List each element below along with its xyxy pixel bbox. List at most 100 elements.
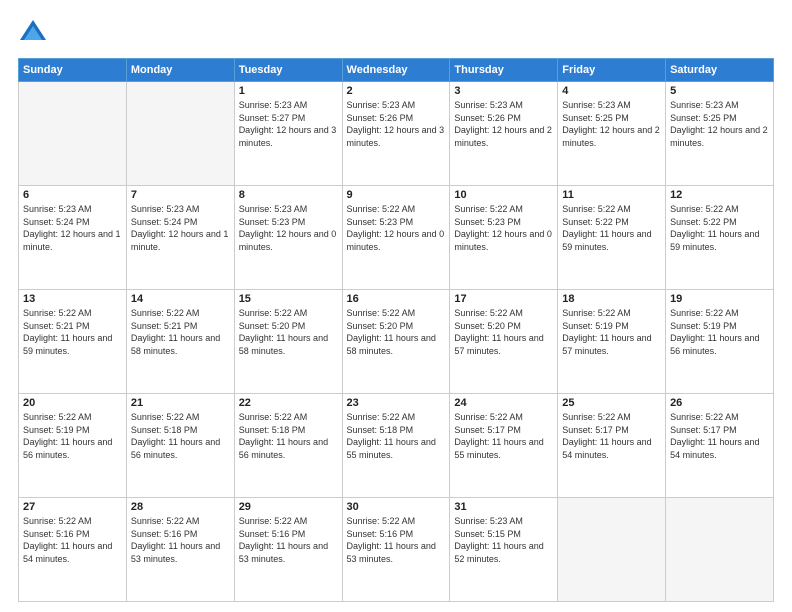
day-info: Sunrise: 5:22 AM Sunset: 5:17 PM Dayligh…	[670, 411, 769, 461]
day-number: 21	[131, 397, 230, 409]
calendar-day-cell: 7 Sunrise: 5:23 AM Sunset: 5:24 PM Dayli…	[126, 186, 234, 290]
day-number: 30	[347, 501, 446, 513]
calendar-day-cell: 29 Sunrise: 5:22 AM Sunset: 5:16 PM Dayl…	[234, 498, 342, 602]
calendar-week-row: 13 Sunrise: 5:22 AM Sunset: 5:21 PM Dayl…	[19, 290, 774, 394]
day-info: Sunrise: 5:22 AM Sunset: 5:17 PM Dayligh…	[454, 411, 553, 461]
day-number: 2	[347, 85, 446, 97]
calendar-day-cell: 23 Sunrise: 5:22 AM Sunset: 5:18 PM Dayl…	[342, 394, 450, 498]
day-info: Sunrise: 5:22 AM Sunset: 5:20 PM Dayligh…	[347, 307, 446, 357]
day-number: 27	[23, 501, 122, 513]
calendar-day-cell	[19, 82, 127, 186]
day-info: Sunrise: 5:22 AM Sunset: 5:19 PM Dayligh…	[670, 307, 769, 357]
weekday-header-row: SundayMondayTuesdayWednesdayThursdayFrid…	[19, 59, 774, 82]
calendar-day-cell: 6 Sunrise: 5:23 AM Sunset: 5:24 PM Dayli…	[19, 186, 127, 290]
header	[18, 18, 774, 48]
day-info: Sunrise: 5:22 AM Sunset: 5:16 PM Dayligh…	[239, 515, 338, 565]
weekday-header: Thursday	[450, 59, 558, 82]
day-info: Sunrise: 5:23 AM Sunset: 5:15 PM Dayligh…	[454, 515, 553, 565]
day-number: 23	[347, 397, 446, 409]
calendar-day-cell: 21 Sunrise: 5:22 AM Sunset: 5:18 PM Dayl…	[126, 394, 234, 498]
weekday-header: Friday	[558, 59, 666, 82]
calendar-week-row: 27 Sunrise: 5:22 AM Sunset: 5:16 PM Dayl…	[19, 498, 774, 602]
calendar-day-cell: 13 Sunrise: 5:22 AM Sunset: 5:21 PM Dayl…	[19, 290, 127, 394]
weekday-header: Tuesday	[234, 59, 342, 82]
day-info: Sunrise: 5:23 AM Sunset: 5:25 PM Dayligh…	[670, 99, 769, 149]
calendar-week-row: 1 Sunrise: 5:23 AM Sunset: 5:27 PM Dayli…	[19, 82, 774, 186]
calendar-day-cell: 26 Sunrise: 5:22 AM Sunset: 5:17 PM Dayl…	[666, 394, 774, 498]
weekday-header: Wednesday	[342, 59, 450, 82]
day-info: Sunrise: 5:22 AM Sunset: 5:21 PM Dayligh…	[23, 307, 122, 357]
day-number: 6	[23, 189, 122, 201]
day-number: 10	[454, 189, 553, 201]
day-number: 9	[347, 189, 446, 201]
calendar-day-cell: 10 Sunrise: 5:22 AM Sunset: 5:23 PM Dayl…	[450, 186, 558, 290]
day-info: Sunrise: 5:22 AM Sunset: 5:19 PM Dayligh…	[562, 307, 661, 357]
weekday-header: Sunday	[19, 59, 127, 82]
day-info: Sunrise: 5:23 AM Sunset: 5:24 PM Dayligh…	[23, 203, 122, 253]
calendar-day-cell: 8 Sunrise: 5:23 AM Sunset: 5:23 PM Dayli…	[234, 186, 342, 290]
day-info: Sunrise: 5:23 AM Sunset: 5:24 PM Dayligh…	[131, 203, 230, 253]
day-number: 13	[23, 293, 122, 305]
day-number: 24	[454, 397, 553, 409]
day-number: 16	[347, 293, 446, 305]
calendar-day-cell: 25 Sunrise: 5:22 AM Sunset: 5:17 PM Dayl…	[558, 394, 666, 498]
day-number: 14	[131, 293, 230, 305]
calendar-day-cell: 11 Sunrise: 5:22 AM Sunset: 5:22 PM Dayl…	[558, 186, 666, 290]
calendar-day-cell: 14 Sunrise: 5:22 AM Sunset: 5:21 PM Dayl…	[126, 290, 234, 394]
day-number: 17	[454, 293, 553, 305]
calendar-day-cell: 18 Sunrise: 5:22 AM Sunset: 5:19 PM Dayl…	[558, 290, 666, 394]
day-number: 19	[670, 293, 769, 305]
calendar-day-cell	[126, 82, 234, 186]
calendar-day-cell	[558, 498, 666, 602]
calendar-week-row: 6 Sunrise: 5:23 AM Sunset: 5:24 PM Dayli…	[19, 186, 774, 290]
day-info: Sunrise: 5:23 AM Sunset: 5:25 PM Dayligh…	[562, 99, 661, 149]
calendar-day-cell	[666, 498, 774, 602]
weekday-header: Saturday	[666, 59, 774, 82]
day-info: Sunrise: 5:22 AM Sunset: 5:18 PM Dayligh…	[239, 411, 338, 461]
day-info: Sunrise: 5:23 AM Sunset: 5:26 PM Dayligh…	[347, 99, 446, 149]
calendar-body: 1 Sunrise: 5:23 AM Sunset: 5:27 PM Dayli…	[19, 82, 774, 602]
weekday-header: Monday	[126, 59, 234, 82]
calendar-day-cell: 27 Sunrise: 5:22 AM Sunset: 5:16 PM Dayl…	[19, 498, 127, 602]
day-info: Sunrise: 5:23 AM Sunset: 5:27 PM Dayligh…	[239, 99, 338, 149]
calendar-day-cell: 1 Sunrise: 5:23 AM Sunset: 5:27 PM Dayli…	[234, 82, 342, 186]
calendar-day-cell: 19 Sunrise: 5:22 AM Sunset: 5:19 PM Dayl…	[666, 290, 774, 394]
day-number: 18	[562, 293, 661, 305]
day-info: Sunrise: 5:22 AM Sunset: 5:18 PM Dayligh…	[131, 411, 230, 461]
day-number: 15	[239, 293, 338, 305]
day-number: 12	[670, 189, 769, 201]
day-number: 8	[239, 189, 338, 201]
day-number: 31	[454, 501, 553, 513]
calendar-day-cell: 31 Sunrise: 5:23 AM Sunset: 5:15 PM Dayl…	[450, 498, 558, 602]
logo	[18, 18, 52, 48]
day-info: Sunrise: 5:22 AM Sunset: 5:21 PM Dayligh…	[131, 307, 230, 357]
day-info: Sunrise: 5:23 AM Sunset: 5:23 PM Dayligh…	[239, 203, 338, 253]
calendar-day-cell: 2 Sunrise: 5:23 AM Sunset: 5:26 PM Dayli…	[342, 82, 450, 186]
day-info: Sunrise: 5:22 AM Sunset: 5:22 PM Dayligh…	[562, 203, 661, 253]
page: SundayMondayTuesdayWednesdayThursdayFrid…	[0, 0, 792, 612]
day-number: 25	[562, 397, 661, 409]
day-number: 26	[670, 397, 769, 409]
day-info: Sunrise: 5:22 AM Sunset: 5:20 PM Dayligh…	[454, 307, 553, 357]
calendar-day-cell: 17 Sunrise: 5:22 AM Sunset: 5:20 PM Dayl…	[450, 290, 558, 394]
day-number: 7	[131, 189, 230, 201]
calendar-day-cell: 9 Sunrise: 5:22 AM Sunset: 5:23 PM Dayli…	[342, 186, 450, 290]
calendar-day-cell: 15 Sunrise: 5:22 AM Sunset: 5:20 PM Dayl…	[234, 290, 342, 394]
day-number: 22	[239, 397, 338, 409]
calendar-day-cell: 30 Sunrise: 5:22 AM Sunset: 5:16 PM Dayl…	[342, 498, 450, 602]
day-info: Sunrise: 5:22 AM Sunset: 5:16 PM Dayligh…	[131, 515, 230, 565]
calendar-day-cell: 5 Sunrise: 5:23 AM Sunset: 5:25 PM Dayli…	[666, 82, 774, 186]
day-info: Sunrise: 5:23 AM Sunset: 5:26 PM Dayligh…	[454, 99, 553, 149]
day-info: Sunrise: 5:22 AM Sunset: 5:19 PM Dayligh…	[23, 411, 122, 461]
calendar: SundayMondayTuesdayWednesdayThursdayFrid…	[18, 58, 774, 602]
calendar-day-cell: 22 Sunrise: 5:22 AM Sunset: 5:18 PM Dayl…	[234, 394, 342, 498]
calendar-day-cell: 12 Sunrise: 5:22 AM Sunset: 5:22 PM Dayl…	[666, 186, 774, 290]
calendar-day-cell: 3 Sunrise: 5:23 AM Sunset: 5:26 PM Dayli…	[450, 82, 558, 186]
day-number: 3	[454, 85, 553, 97]
logo-icon	[18, 18, 48, 48]
day-info: Sunrise: 5:22 AM Sunset: 5:16 PM Dayligh…	[347, 515, 446, 565]
day-info: Sunrise: 5:22 AM Sunset: 5:18 PM Dayligh…	[347, 411, 446, 461]
calendar-day-cell: 28 Sunrise: 5:22 AM Sunset: 5:16 PM Dayl…	[126, 498, 234, 602]
calendar-day-cell: 16 Sunrise: 5:22 AM Sunset: 5:20 PM Dayl…	[342, 290, 450, 394]
day-info: Sunrise: 5:22 AM Sunset: 5:23 PM Dayligh…	[454, 203, 553, 253]
